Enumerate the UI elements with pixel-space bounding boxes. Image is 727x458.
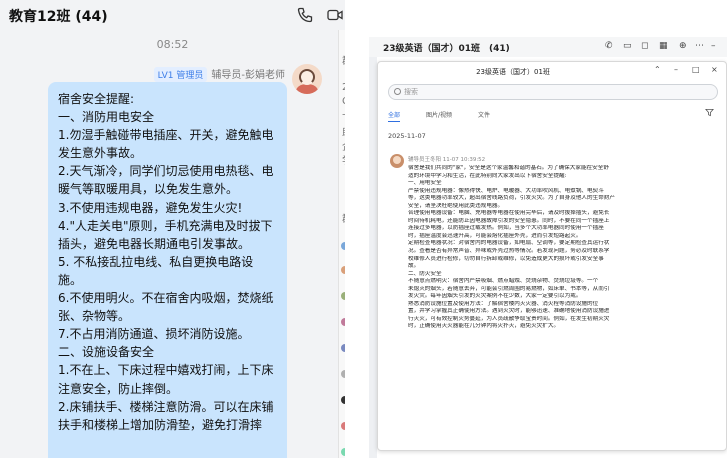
minimize-icon[interactable]: – [711, 41, 716, 51]
chat-header: 教育12班 (44) [0, 0, 345, 30]
body-line: 时，正确使用灭火器能在几分钟内将火扑灭，避免火灾扩大。 [408, 323, 560, 330]
message-line: 6.不使用明火。不在宿舍内吸烟，焚烧纸 [58, 291, 274, 306]
group-topbar: 23级英语（国才）01班 (41) ✆ ▭ ◻ ▦ ⊕ ⋯ – [369, 37, 727, 57]
chat-icon[interactable]: ◻ [641, 41, 648, 51]
history-search-input[interactable]: 搜索 [388, 84, 718, 100]
message-line: 1.勿湿手触碰带电插座、开关，避免触电 [58, 128, 274, 143]
sender-avatar[interactable] [292, 64, 322, 94]
sender-info: LV1 管理员 辅导员-彭娟老师 [153, 66, 285, 82]
body-line: 定期检查电器状况：对宿舍内的电器设备，如电扇、空调等，要定期检查其运行状 [408, 240, 610, 247]
pin-icon[interactable]: ⌃ [654, 65, 661, 74]
member-avatar[interactable] [341, 318, 345, 326]
member-avatar[interactable] [341, 292, 345, 300]
message-line: 3.不使用违规电器，避免发生火灾! [58, 200, 243, 215]
author-avatar[interactable] [390, 154, 404, 168]
message-meta: 辅导员王冬阳 11-07 10:39:52 [408, 157, 486, 163]
edge-text: C [342, 96, 345, 107]
body-line: 故。 [408, 263, 420, 270]
message-line: 4."人走关电"原则，手机充满电及时拔下 [58, 218, 273, 233]
close-icon[interactable]: × [711, 65, 718, 74]
filter-icon[interactable] [705, 108, 714, 117]
edge-text: 20 [342, 82, 345, 93]
edge-text: 企 [342, 138, 345, 153]
message-line: 张、杂物等。 [58, 309, 131, 324]
edge-text: 群 [342, 210, 345, 225]
member-avatar[interactable] [341, 370, 345, 378]
side-strip [369, 57, 377, 458]
video-call-icon[interactable] [326, 6, 344, 24]
adjacent-pane-strip: 群 20 C 下 助 企 学 群 [338, 30, 345, 458]
history-message: 宿舍是我们共同的"家"，安全是这个家温馨和谐的基石。为了确保大家能在安全舒 适的… [408, 165, 720, 331]
body-line: 宿舍是我们共同的"家"，安全是这个家温馨和谐的基石。为了确保大家能在安全舒 [408, 165, 609, 171]
member-avatar[interactable] [341, 344, 345, 352]
body-line: 合理使用电器设备：电脑、充电器等电器在使用完毕后，请及时拔掉插头，避免长 [408, 210, 610, 217]
tab-media[interactable]: 图片/视频 [426, 110, 452, 119]
message-line: 施。 [58, 272, 83, 287]
date-divider: 2025-11-07 [388, 132, 426, 140]
message-line: 2.天气渐冷，同学们切忌使用电热毯、电 [58, 164, 274, 179]
phone-icon[interactable]: ✆ [605, 41, 613, 51]
tab-all[interactable]: 全部 [388, 110, 401, 122]
message-line: 插头，避免电器长期通电引发事故。 [58, 236, 251, 251]
admin-badge: LV1 管理员 [153, 67, 208, 82]
member-avatar[interactable] [341, 422, 345, 430]
maximize-icon[interactable]: □ [692, 65, 700, 74]
apps-icon[interactable]: ▦ [659, 41, 668, 51]
message-timestamp: 08:52 [156, 38, 189, 51]
body-line: 适的环境中学习和生活，在此特别向大家发出以下宿舍安全提醒: [408, 172, 567, 179]
body-line: 二、防火安全 [408, 270, 442, 277]
body-line: 况。查看是否有异常声音、异味或外壳过热等情况。若发现问题，务必及时联系学 [408, 248, 610, 255]
dialog-title: 23级英语（国才）01班 [476, 68, 550, 76]
chat-title: 教育12班 (44) [9, 9, 108, 25]
message-line: 7.不占用消防通道、损坏消防设施。 [58, 327, 250, 342]
message-line: 暖气等取暖用具，以免发生意外。 [58, 182, 239, 197]
member-avatar[interactable] [341, 396, 345, 404]
member-avatar[interactable] [341, 266, 345, 274]
phone-icon[interactable] [296, 6, 314, 24]
search-icon [394, 88, 401, 95]
body-line: 连接过多电器，以防插座过载发热。例如，当多个大功率电器同时使用一个插座 [408, 225, 604, 232]
body-line: 行灭火，可有效控制火势蔓延，为人员疏散争取宝贵时间。例如，在发生初期火灾 [408, 315, 610, 322]
member-avatar[interactable] [341, 448, 345, 456]
message-line: 发生意外事故。 [58, 146, 143, 161]
message-line: 1.不在上、下床过程中嬉戏打闹，上下床 [58, 363, 274, 378]
body-line: 熟悉消防设施位置及使用方法：了解宿舍楼内灭火器、消火栓等消防设施的位 [408, 300, 599, 307]
history-tabs: 全部 图片/视频 文件 [388, 110, 718, 122]
body-line: 等，这类电器功率较大，超出宿舍线路负荷，引发火灾。为了自身及他人的生命财产 [408, 195, 615, 202]
edge-text: 下 [342, 110, 345, 125]
chat-pane: 教育12班 (44) 08:52 LV1 管理员 辅导员-彭娟老师 宿舍安全提醒:… [0, 0, 345, 458]
video-icon[interactable]: ▭ [623, 41, 632, 51]
message-line: 注意安全，防止摔倒。 [58, 381, 179, 396]
history-screenshot: 23级英语（国才）01班 (41) ✆ ▭ ◻ ▦ ⊕ ⋯ – 23级英语（国才… [369, 37, 727, 458]
more-icon[interactable]: ⋯ [695, 41, 704, 51]
message-line: 二、设施设备安全 [58, 345, 155, 360]
minimize-icon[interactable]: – [674, 65, 678, 74]
body-line: 未熄灭的烟头，若随意丢弃，可能会引燃周围的易燃物，如床单、书本等，从而引 [408, 285, 610, 292]
message-line: 宿舍安全提醒: [58, 92, 135, 106]
tab-files[interactable]: 文件 [478, 110, 490, 119]
edge-text: 群 [342, 52, 345, 67]
edge-text: 助 [342, 124, 345, 139]
body-line: 时间待机耗电，还能防止因电器故障引发的安全隐患。同时，不要在同一个插座上 [408, 217, 610, 224]
body-line: 置，并学习掌握其正确使用方法。遇到火灾时，能够迅速、准确地使用消防设施进 [408, 308, 610, 315]
message-line: 一、消防用电安全 [58, 110, 155, 125]
body-line: 严禁使用违规电器：像热得快、电炉、电暖器、大功率吹风机、电煮锅、电熨斗 [408, 187, 604, 194]
body-line: 安全，请坚决杜绝使用此类违规电器。 [408, 202, 504, 209]
message-line: 2.床铺扶手、楼梯注意防滑。可以在床铺 [58, 399, 274, 414]
body-line: 发火灾。每年因烟头引发的火灾案例不在少数，大家一定要引以为戒。 [408, 293, 582, 300]
message-line: 5. 不私接乱拉电线、私自更换电路设 [58, 254, 254, 269]
message-line: 扶手和楼梯上增加防滑垫，避免打滑摔 [58, 417, 263, 432]
member-avatar[interactable] [341, 242, 345, 250]
chat-history-dialog: 23级英语（国才）01班 ⌃ – □ × 搜索 全部 图片/视频 文件 2025… [377, 61, 727, 451]
body-line: 一、用电安全 [408, 180, 442, 187]
add-member-icon[interactable]: ⊕ [679, 41, 687, 51]
group-title: 23级英语（国才）01班 (41) [383, 44, 510, 54]
edge-text: 学 [342, 152, 345, 167]
message-bubble[interactable]: 宿舍安全提醒: 一、消防用电安全 1.勿湿手触碰带电插座、开关，避免触电 发生意… [48, 82, 287, 458]
body-line: 校维修人员进行检修，切勿自行拆卸或维修，以免造成更大的损坏或引发安全事 [408, 255, 604, 262]
body-line: 不随意点燃明火：宿舍内严禁吸烟、燃点蜡烛、焚烧杂物、焚烧垃圾等。一个 [408, 278, 599, 285]
body-line: 时，插座温度会迅速升高，可能会熔化插座外壳，进而引发短路起火。 [408, 232, 582, 239]
sender-name: 辅导员-彭娟老师 [211, 70, 285, 81]
search-placeholder: 搜索 [404, 88, 418, 96]
